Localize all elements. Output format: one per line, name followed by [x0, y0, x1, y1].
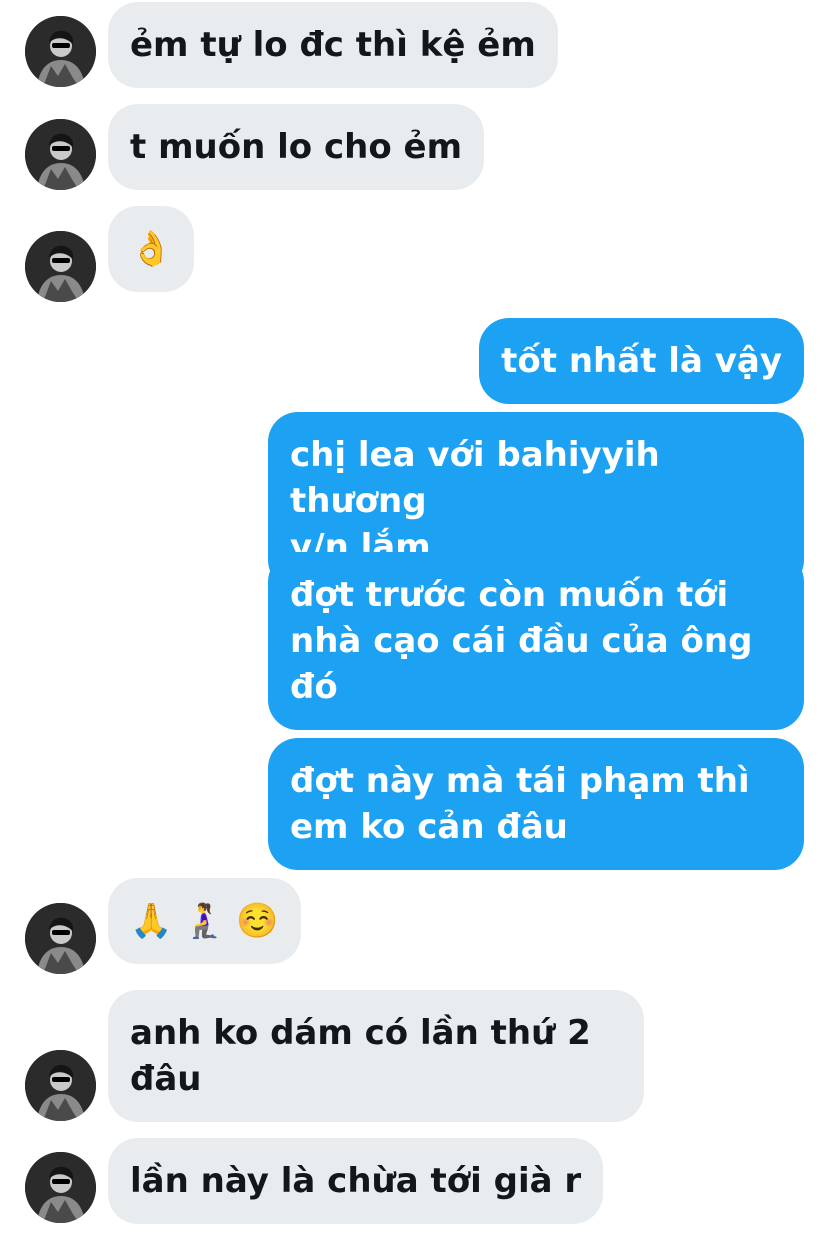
- message-thread: ẻm tự lo đc thì kệ ẻm t muốn lo cho ẻm 👌…: [0, 0, 828, 1234]
- outgoing-message[interactable]: tốt nhất là vậy: [479, 318, 804, 404]
- sender-avatar[interactable]: [25, 16, 96, 87]
- incoming-emoji-message[interactable]: 👌: [108, 206, 195, 292]
- incoming-message[interactable]: anh ko dám có lần thứ 2 đâu: [108, 990, 644, 1122]
- sender-avatar[interactable]: [25, 1050, 96, 1121]
- incoming-emoji-message[interactable]: 🙏 🧎‍♀️ ☺️: [108, 878, 301, 964]
- incoming-message[interactable]: t muốn lo cho ẻm: [108, 104, 485, 190]
- outgoing-message[interactable]: đợt này mà tái phạm thì em ko cản đâu: [268, 738, 804, 870]
- sender-avatar[interactable]: [25, 903, 96, 974]
- incoming-message[interactable]: ẻm tự lo đc thì kệ ẻm: [108, 2, 558, 88]
- outgoing-message[interactable]: đợt trước còn muốn tới nhà cạo cái đầu c…: [268, 552, 804, 730]
- sender-avatar[interactable]: [25, 1152, 96, 1223]
- incoming-message[interactable]: lần này là chừa tới già r: [108, 1138, 604, 1224]
- sender-avatar[interactable]: [25, 231, 96, 302]
- sender-avatar[interactable]: [25, 119, 96, 190]
